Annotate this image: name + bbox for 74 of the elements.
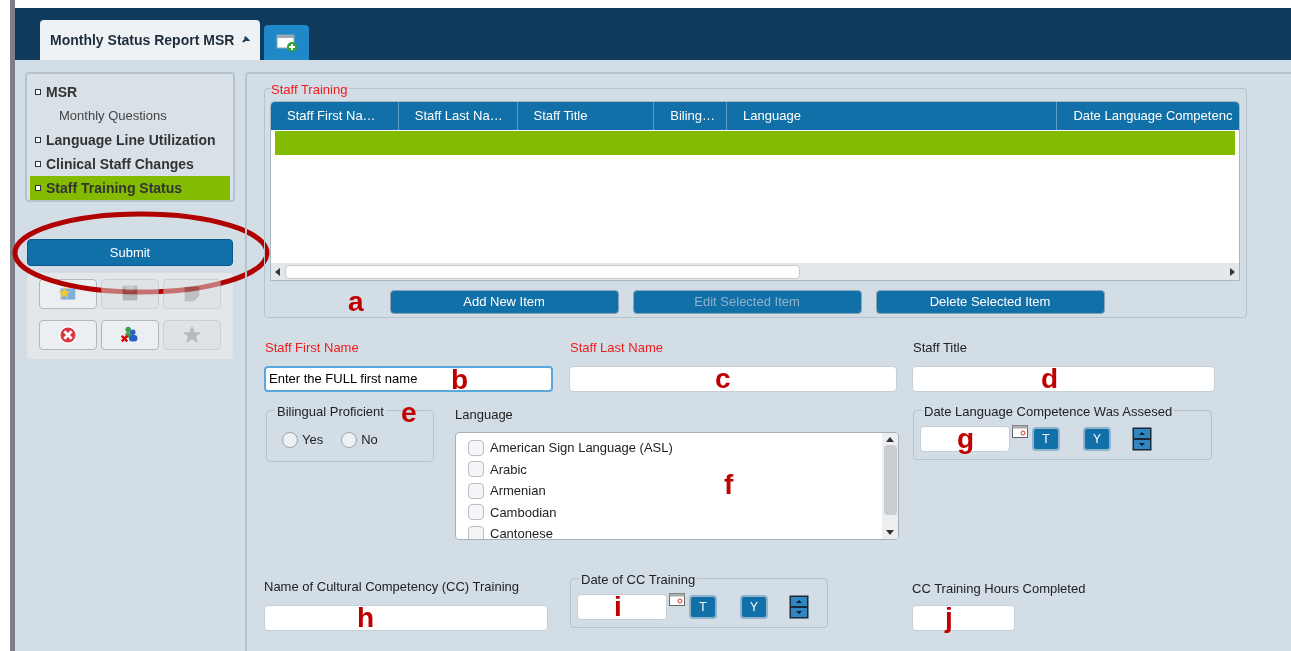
column-header[interactable]: Language: [726, 102, 1057, 130]
table-action-button[interactable]: Add New Item: [389, 290, 619, 314]
date-field[interactable]: g: [920, 425, 1010, 452]
bullet-icon: [35, 161, 41, 167]
field-label: Language: [455, 405, 513, 424]
bullet-icon: [35, 137, 41, 143]
checkbox-option[interactable]: American Sign Language (ASL): [468, 437, 673, 459]
pin-icon: [240, 35, 251, 45]
checkbox-option[interactable]: Cambodian: [468, 501, 557, 523]
toolbar-button[interactable]: [39, 320, 97, 350]
today-button[interactable]: T: [689, 595, 717, 619]
calendar-icon[interactable]: [1012, 424, 1028, 438]
new-tab-button[interactable]: [264, 25, 310, 60]
annotation-letter: b: [451, 365, 469, 394]
bullet-icon: [35, 185, 41, 191]
checkbox[interactable]: [468, 504, 484, 521]
nav-item[interactable]: Staff Training Status: [30, 176, 230, 200]
cancel-icon: [57, 324, 79, 346]
radio-button[interactable]: [282, 432, 298, 448]
annotation-letter: e: [401, 398, 417, 427]
column-header[interactable]: Biling…: [653, 102, 727, 130]
document-tab[interactable]: Monthly Status Report MSR: [40, 20, 261, 60]
checkbox[interactable]: [468, 461, 484, 478]
column-header[interactable]: Staff Title: [516, 102, 654, 130]
new-tab-icon: [275, 33, 298, 52]
yesterday-button[interactable]: Y: [740, 595, 768, 619]
checkbox[interactable]: [468, 482, 484, 499]
annotation-letter: h: [357, 603, 375, 632]
table-action-button[interactable]: Delete Selected Item: [875, 290, 1105, 314]
radio-option[interactable]: Yes: [282, 430, 324, 450]
text-field[interactable]: j: [912, 604, 1015, 631]
calendar-icon[interactable]: [669, 593, 685, 606]
checkbox[interactable]: [468, 439, 484, 456]
text-field[interactable]: c: [569, 365, 897, 392]
vertical-scrollbar[interactable]: [882, 433, 898, 539]
field-label: Staff Title: [913, 339, 967, 357]
field-label: CC Training Hours Completed: [912, 580, 1086, 598]
annotation-letter: j: [945, 603, 953, 632]
field-label: Staff First Name: [265, 339, 359, 357]
checkbox-option[interactable]: Arabic: [468, 458, 527, 480]
annotation-letter: a: [348, 288, 364, 316]
column-header[interactable]: Staff First Na…: [271, 102, 398, 130]
column-header[interactable]: Date Language Competenc: [1056, 102, 1239, 130]
annotation-letter: g: [957, 424, 975, 453]
checkbox[interactable]: [468, 525, 484, 539]
horizontal-scrollbar[interactable]: [271, 263, 1239, 280]
radio-button[interactable]: [341, 432, 358, 448]
column-header[interactable]: Staff Last Na…: [397, 102, 517, 130]
bullet-icon: [35, 89, 41, 95]
annotation-letter: f: [724, 471, 734, 499]
spinner-icon[interactable]: [1132, 426, 1152, 451]
text-field[interactable]: d: [912, 365, 1215, 392]
checkbox-option[interactable]: Armenian: [468, 480, 546, 502]
nav-item[interactable]: MSR: [30, 80, 230, 104]
scrollbar-thumb[interactable]: [285, 264, 800, 279]
annotation-letter: d: [1041, 364, 1059, 393]
text-field[interactable]: Enter the FULL first name b: [264, 365, 553, 392]
radio-option[interactable]: No: [341, 430, 378, 450]
star-icon: [181, 324, 203, 346]
toolbar-button[interactable]: [101, 320, 159, 350]
nav-subitem[interactable]: Monthly Questions: [30, 104, 230, 128]
text-field[interactable]: h: [264, 604, 548, 631]
field-label: Staff Last Name: [570, 339, 663, 357]
annotation-letter: c: [715, 364, 731, 393]
date-field[interactable]: i: [577, 594, 667, 620]
yesterday-button[interactable]: Y: [1083, 426, 1111, 451]
checkbox-option[interactable]: Cantonese: [468, 523, 553, 539]
field-label: Name of Cultural Competency (CC) Training: [264, 578, 520, 596]
today-button[interactable]: T: [1032, 426, 1060, 451]
nav-item[interactable]: Language Line Utilization: [30, 128, 230, 152]
scrollbar-thumb[interactable]: [883, 445, 897, 515]
annotation-letter: i: [614, 593, 622, 621]
nav-item[interactable]: Clinical Staff Changes: [30, 152, 230, 176]
submit-button[interactable]: Submit: [27, 239, 233, 266]
